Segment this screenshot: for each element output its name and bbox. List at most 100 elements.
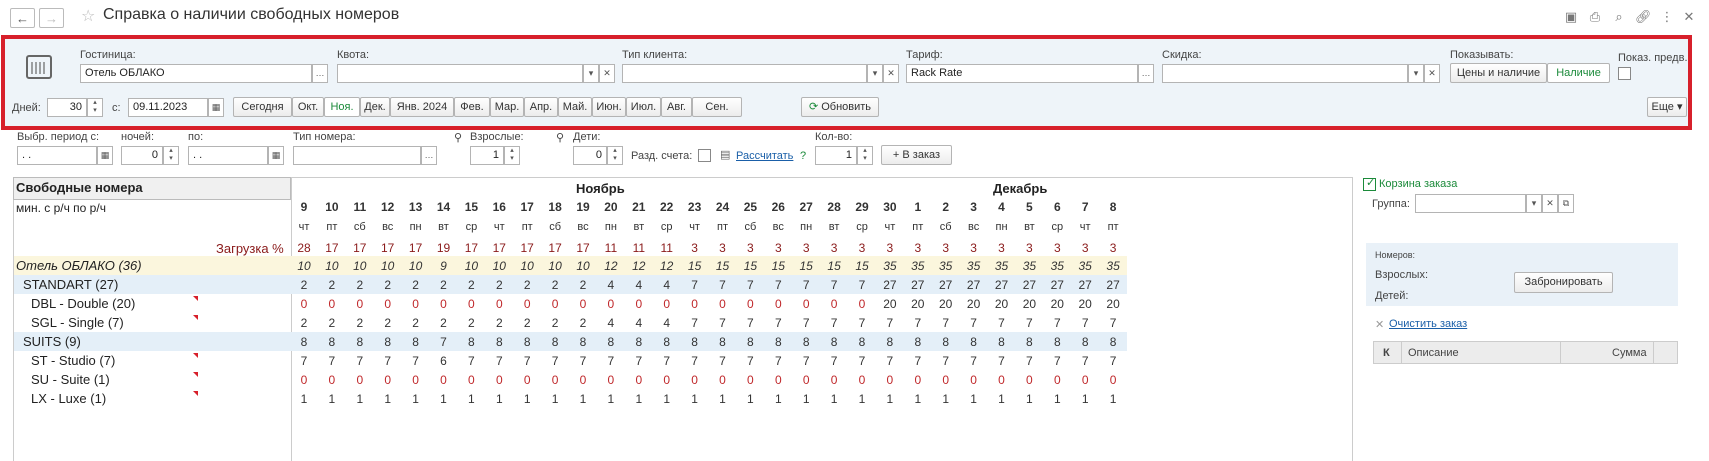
availability-cell[interactable]: 1 bbox=[792, 392, 820, 406]
availability-cell[interactable]: 0 bbox=[485, 373, 513, 387]
room-type-select-button[interactable]: … bbox=[421, 146, 437, 165]
availability-cell[interactable]: 0 bbox=[318, 297, 346, 311]
adults-field[interactable]: 1 bbox=[470, 146, 504, 165]
group-clear-icon[interactable]: ✕ bbox=[1542, 194, 1558, 213]
availability-cell[interactable]: 7 bbox=[541, 354, 569, 368]
period-button[interactable]: Июн. bbox=[592, 97, 626, 117]
period-button[interactable]: Дек. bbox=[360, 97, 390, 117]
availability-cell[interactable]: 27 bbox=[960, 278, 988, 292]
availability-cell[interactable]: 0 bbox=[848, 297, 876, 311]
availability-cell[interactable]: 20 bbox=[960, 297, 988, 311]
room-type-field[interactable] bbox=[293, 146, 421, 165]
group-open-icon[interactable]: ⧉ bbox=[1558, 194, 1574, 213]
availability-cell[interactable]: 8 bbox=[374, 335, 402, 349]
availability-cell[interactable]: 7 bbox=[709, 278, 737, 292]
preview-icon[interactable]: ⌕ bbox=[1611, 9, 1627, 25]
availability-cell[interactable]: 8 bbox=[736, 335, 764, 349]
availability-cell[interactable]: 12 bbox=[625, 259, 653, 273]
availability-cell[interactable]: 7 bbox=[1099, 316, 1127, 330]
availability-cell[interactable]: 0 bbox=[430, 297, 458, 311]
availability-cell[interactable]: 7 bbox=[318, 354, 346, 368]
quota-dropdown-icon[interactable]: ▾ bbox=[583, 64, 599, 83]
availability-cell[interactable]: 1 bbox=[988, 392, 1016, 406]
split-accounts-checkbox[interactable] bbox=[698, 149, 711, 162]
availability-cell[interactable]: 2 bbox=[457, 316, 485, 330]
availability-cell[interactable]: 1 bbox=[1015, 392, 1043, 406]
availability-cell[interactable]: 2 bbox=[346, 278, 374, 292]
availability-cell[interactable]: 0 bbox=[681, 373, 709, 387]
availability-cell[interactable]: 2 bbox=[513, 316, 541, 330]
availability-cell[interactable]: 7 bbox=[932, 354, 960, 368]
availability-cell[interactable]: 1 bbox=[625, 392, 653, 406]
availability-cell[interactable]: 4 bbox=[653, 278, 681, 292]
availability-cell[interactable]: 7 bbox=[736, 354, 764, 368]
days-stepper[interactable]: ▴ ▾ bbox=[87, 98, 103, 117]
availability-cell[interactable]: 8 bbox=[1099, 335, 1127, 349]
availability-cell[interactable]: 35 bbox=[1099, 259, 1127, 273]
availability-cell[interactable]: 7 bbox=[876, 316, 904, 330]
availability-cell[interactable]: 1 bbox=[1099, 392, 1127, 406]
availability-cell[interactable]: 27 bbox=[988, 278, 1016, 292]
calculate-link[interactable]: Рассчитать bbox=[736, 150, 793, 162]
availability-cell[interactable]: 35 bbox=[960, 259, 988, 273]
availability-cell[interactable]: 8 bbox=[1071, 335, 1099, 349]
availability-cell[interactable]: 1 bbox=[457, 392, 485, 406]
favorite-star-icon[interactable]: ☆ bbox=[81, 6, 95, 26]
availability-cell[interactable]: 8 bbox=[569, 335, 597, 349]
period-button[interactable]: Авг. bbox=[661, 97, 692, 117]
availability-cell[interactable]: 4 bbox=[597, 278, 625, 292]
help-icon[interactable]: ? bbox=[800, 150, 806, 162]
availability-cell[interactable]: 35 bbox=[904, 259, 932, 273]
period-from-field[interactable]: . . bbox=[17, 146, 97, 165]
availability-cell[interactable]: 10 bbox=[402, 259, 430, 273]
availability-cell[interactable]: 0 bbox=[346, 373, 374, 387]
availability-cell[interactable]: 7 bbox=[904, 354, 932, 368]
availability-cell[interactable]: 7 bbox=[374, 354, 402, 368]
availability-cell[interactable]: 7 bbox=[457, 354, 485, 368]
availability-cell[interactable]: 2 bbox=[290, 316, 318, 330]
availability-cell[interactable]: 7 bbox=[988, 354, 1016, 368]
availability-cell[interactable]: 8 bbox=[653, 335, 681, 349]
availability-cell[interactable]: 0 bbox=[1071, 373, 1099, 387]
availability-cell[interactable]: 1 bbox=[374, 392, 402, 406]
availability-cell[interactable]: 2 bbox=[430, 278, 458, 292]
quantity-stepper[interactable]: ▴ ▾ bbox=[857, 146, 873, 165]
days-field[interactable]: 30 bbox=[47, 98, 87, 117]
refresh-button[interactable]: ⟳ Обновить bbox=[801, 97, 879, 117]
availability-cell[interactable]: 1 bbox=[681, 392, 709, 406]
calendar-icon[interactable] bbox=[26, 55, 52, 79]
add-to-order-button[interactable]: + В заказ bbox=[881, 145, 952, 165]
availability-cell[interactable]: 2 bbox=[513, 278, 541, 292]
availability-cell[interactable]: 35 bbox=[1015, 259, 1043, 273]
availability-cell[interactable]: 7 bbox=[709, 354, 737, 368]
period-button[interactable]: Сегодня bbox=[233, 97, 292, 117]
availability-cell[interactable]: 0 bbox=[597, 373, 625, 387]
availability-cell[interactable]: 2 bbox=[374, 278, 402, 292]
availability-cell[interactable]: 7 bbox=[513, 354, 541, 368]
availability-cell[interactable]: 1 bbox=[290, 392, 318, 406]
availability-cell[interactable]: 2 bbox=[569, 278, 597, 292]
availability-cell[interactable]: 1 bbox=[513, 392, 541, 406]
availability-cell[interactable]: 7 bbox=[820, 278, 848, 292]
availability-cell[interactable]: 20 bbox=[1043, 297, 1071, 311]
availability-cell[interactable]: 8 bbox=[485, 335, 513, 349]
availability-cell[interactable]: 12 bbox=[653, 259, 681, 273]
availability-cell[interactable]: 7 bbox=[764, 278, 792, 292]
availability-cell[interactable]: 7 bbox=[820, 316, 848, 330]
period-button[interactable]: Фев. bbox=[454, 97, 490, 117]
availability-cell[interactable]: 7 bbox=[848, 316, 876, 330]
hotel-select-button[interactable]: … bbox=[312, 64, 328, 83]
availability-cell[interactable]: 7 bbox=[848, 354, 876, 368]
period-button[interactable]: Янв. 2024 bbox=[390, 97, 454, 117]
availability-cell[interactable]: 7 bbox=[736, 278, 764, 292]
availability-cell[interactable]: 7 bbox=[681, 354, 709, 368]
availability-cell[interactable]: 10 bbox=[457, 259, 485, 273]
availability-cell[interactable]: 7 bbox=[876, 354, 904, 368]
link-icon[interactable]: 🔗︎ bbox=[1635, 9, 1652, 25]
availability-cell[interactable]: 0 bbox=[876, 373, 904, 387]
availability-cell[interactable]: 0 bbox=[1099, 373, 1127, 387]
group-field[interactable] bbox=[1415, 194, 1526, 213]
to-date-field[interactable]: . . bbox=[188, 146, 268, 165]
availability-cell[interactable]: 8 bbox=[709, 335, 737, 349]
period-button[interactable]: Ноя. bbox=[324, 97, 360, 117]
